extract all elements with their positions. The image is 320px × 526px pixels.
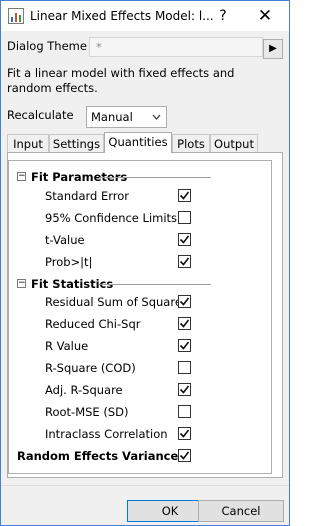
checkbox[interactable] <box>178 339 191 352</box>
tab-output[interactable]: Output <box>210 134 258 152</box>
help-button[interactable]: ? <box>212 6 234 26</box>
chevron-down-icon <box>152 107 161 135</box>
tree-item-t-value[interactable]: t-Value <box>9 230 271 252</box>
checkbox[interactable] <box>178 189 191 202</box>
group-divider <box>99 284 211 285</box>
checkmark-icon <box>179 451 190 460</box>
window-title: Linear Mixed Effects Model: l... <box>30 9 214 23</box>
recalculate-select[interactable]: Manual <box>86 106 167 128</box>
tab-input[interactable]: Input <box>7 134 49 152</box>
tree-item-standard-error[interactable]: Standard Error <box>9 186 271 208</box>
checkmark-icon <box>179 319 190 328</box>
tree-item-reduced-chi-sqr[interactable]: Reduced Chi-Sqr <box>9 314 271 336</box>
checkmark-icon <box>179 341 190 350</box>
quantities-tree: − Fit Parameters Standard Error 95% Conf… <box>8 160 272 474</box>
dialog-theme-field[interactable]: * <box>89 37 263 57</box>
item-label: Standard Error <box>45 189 130 203</box>
item-label: R-Square (COD) <box>45 361 136 375</box>
tree-item-random-effects-variance[interactable]: Random Effects Variance <box>9 446 271 468</box>
cancel-button[interactable]: Cancel <box>198 500 284 522</box>
close-button[interactable]: ✕ <box>247 6 283 26</box>
checkbox[interactable] <box>178 233 191 246</box>
tab-quantities[interactable]: Quantities <box>104 132 172 153</box>
tree-item-residual-ss[interactable]: Residual Sum of Squares <box>9 292 271 314</box>
app-chart-icon <box>8 8 24 24</box>
tree-item-confidence-limits[interactable]: 95% Confidence Limits <box>9 208 271 230</box>
checkmark-icon <box>179 235 190 244</box>
theme-menu-button[interactable]: ▶ <box>263 39 283 59</box>
tree-item-r-value[interactable]: R Value <box>9 336 271 358</box>
title-bar[interactable]: Linear Mixed Effects Model: l... ? ✕ <box>1 1 289 31</box>
dialog-description: Fit a linear model with fixed effects an… <box>7 66 235 95</box>
item-label: R Value <box>45 339 89 353</box>
group-divider <box>99 177 211 178</box>
checkmark-icon <box>179 257 190 266</box>
checkbox[interactable] <box>178 449 191 462</box>
checkmark-icon <box>179 429 190 438</box>
checkbox[interactable] <box>178 317 191 330</box>
checkbox[interactable] <box>178 361 191 374</box>
dialog-theme-label: Dialog Theme <box>7 39 87 53</box>
recalculate-label: Recalculate <box>7 108 74 122</box>
tree-item-adj-r-square[interactable]: Adj. R-Square <box>9 380 271 402</box>
tree-item-prob-t[interactable]: Prob>|t| <box>9 252 271 274</box>
dialog-window: Linear Mixed Effects Model: l... ? ✕ Dia… <box>0 0 290 526</box>
checkmark-icon <box>179 385 190 394</box>
footer-divider <box>1 485 289 486</box>
checkmark-icon <box>179 191 190 200</box>
recalculate-value: Manual <box>91 110 133 124</box>
tab-settings[interactable]: Settings <box>49 134 104 152</box>
tree-item-root-mse[interactable]: Root-MSE (SD) <box>9 402 271 424</box>
checkmark-icon <box>179 297 190 306</box>
tab-plots[interactable]: Plots <box>172 134 210 152</box>
collapse-icon[interactable]: − <box>17 279 26 288</box>
checkbox[interactable] <box>178 295 191 308</box>
item-label: Intraclass Correlation <box>45 427 168 441</box>
item-label: t-Value <box>45 233 85 247</box>
checkbox[interactable] <box>178 255 191 268</box>
collapse-icon[interactable]: − <box>17 172 26 181</box>
checkbox[interactable] <box>178 405 191 418</box>
tree-item-r-square[interactable]: R-Square (COD) <box>9 358 271 380</box>
item-label: Residual Sum of Squares <box>45 295 188 309</box>
checkbox[interactable] <box>178 211 191 224</box>
item-label: Adj. R-Square <box>45 383 123 397</box>
item-label: Reduced Chi-Sqr <box>45 317 141 331</box>
tree-item-intraclass-correlation[interactable]: Intraclass Correlation <box>9 424 271 446</box>
item-label: 95% Confidence Limits <box>45 211 178 225</box>
checkbox[interactable] <box>178 383 191 396</box>
item-label: Random Effects Variance <box>17 449 179 463</box>
checkbox[interactable] <box>178 427 191 440</box>
play-arrow-icon: ▶ <box>269 43 277 54</box>
item-label: Root-MSE (SD) <box>45 405 129 419</box>
item-label: Prob>|t| <box>45 255 93 269</box>
